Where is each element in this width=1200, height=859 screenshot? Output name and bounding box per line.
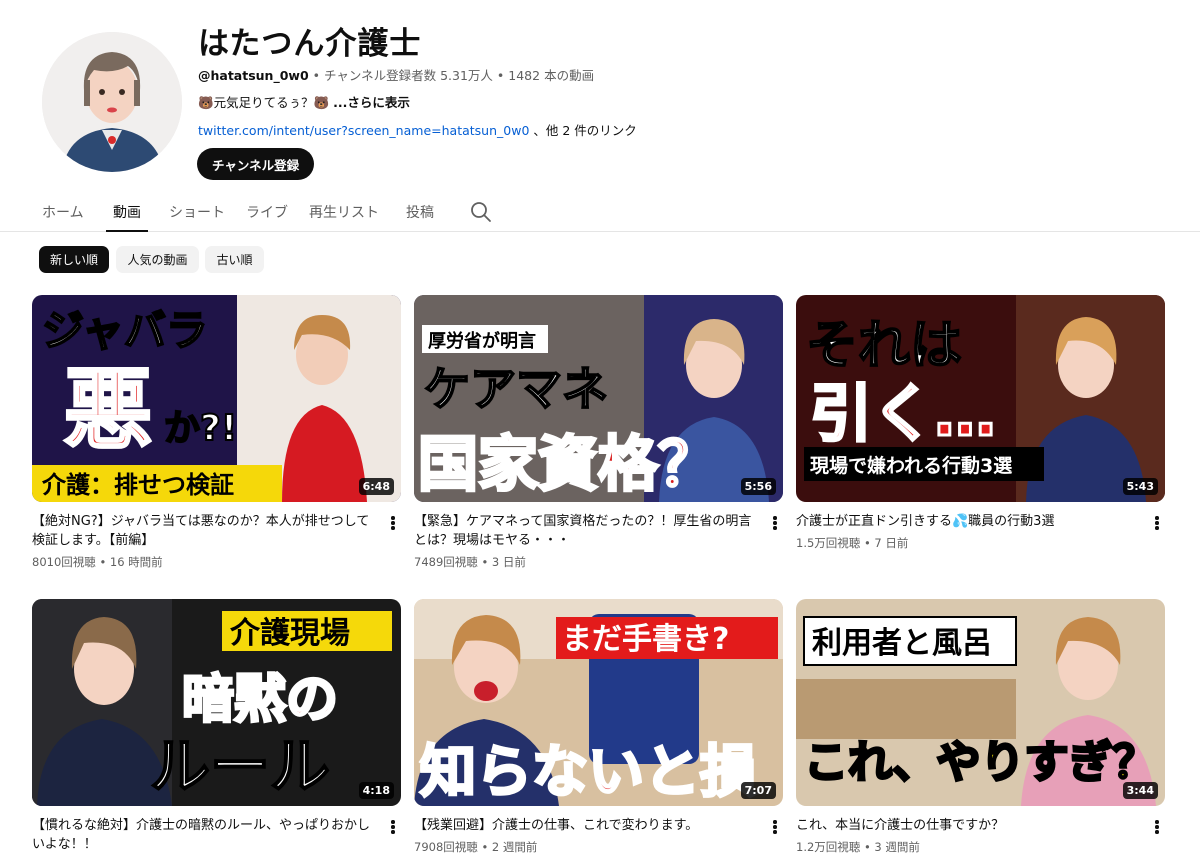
more-actions-icon[interactable]: [1153, 818, 1161, 836]
video-meta: 8010回視聴 • 16 時間前: [32, 554, 163, 570]
other-links[interactable]: 、他 2 件のリンク: [529, 123, 636, 138]
video-count: 1482 本の動画: [508, 68, 595, 83]
thumb-text: 引く…: [810, 377, 996, 450]
video-thumbnail[interactable]: ジャバラ 悪 か?! 介護：排せつ検証 6:48: [32, 295, 401, 502]
tab-videos[interactable]: 動画: [106, 192, 148, 232]
channel-name: はたつん介護士: [198, 26, 422, 62]
chip-newest[interactable]: 新しい順: [39, 246, 109, 273]
channel-description[interactable]: 🐻元気足りてるぅ？🐻 ...さらに表示: [198, 92, 410, 111]
thumb-text: 厚労省が明言: [428, 330, 536, 352]
channel-handle: @hatatsun_0w0: [198, 68, 309, 83]
thumb-text: これ、やりすぎ？: [804, 737, 1156, 788]
view-count: 7489回視聴: [414, 555, 478, 569]
video-thumbnail[interactable]: 介護現場 暗黙の ルール 4:18: [32, 599, 401, 806]
subscribe-button[interactable]: チャンネル登録: [197, 148, 315, 180]
more-actions-icon[interactable]: [771, 514, 779, 532]
video-card[interactable]: 利用者と風呂 これ、やりすぎ？ 3:44 これ、本当に介護士の仕事ですか？ 1.…: [796, 599, 1165, 854]
thumb-text: ルール: [150, 732, 330, 802]
meta-separator: •: [863, 536, 871, 550]
tab-posts[interactable]: 投稿: [406, 192, 434, 232]
channel-links: twitter.com/intent/user?screen_name=hata…: [198, 120, 637, 139]
show-more-link[interactable]: ...さらに表示: [333, 95, 410, 110]
video-meta: 7908回視聴 • 2 週間前: [414, 839, 537, 855]
thumb-text: 現場で嫌われる行動3選: [810, 454, 1012, 477]
thumb-text: 介護：排せつ検証: [41, 471, 234, 499]
view-count: 7908回視聴: [414, 840, 478, 854]
chip-popular[interactable]: 人気の動画: [116, 246, 199, 273]
upload-age: 16 時間前: [109, 555, 163, 569]
video-duration: 7:07: [740, 782, 776, 799]
thumb-text: 暗黙の: [182, 670, 338, 730]
video-thumbnail[interactable]: 利用者と風呂 これ、やりすぎ？ 3:44: [796, 599, 1165, 806]
view-count: 8010回視聴: [32, 555, 96, 569]
thumb-text: 利用者と風呂: [812, 626, 992, 661]
video-duration: 3:44: [1122, 782, 1158, 799]
channel-tabs: ホーム 動画 ショート ライブ 再生リスト 投稿: [0, 192, 1200, 232]
video-duration: 4:18: [358, 782, 394, 799]
tab-live[interactable]: ライブ: [246, 192, 288, 232]
video-card[interactable]: 厚労省が明言 ケアマネ 国家資格？ 5:56 【緊急】ケアマネって国家資格だった…: [414, 295, 783, 569]
meta-separator: •: [481, 840, 489, 854]
subscriber-count: チャンネル登録者数 5.31万人: [324, 68, 493, 83]
search-icon[interactable]: [469, 200, 493, 224]
more-actions-icon[interactable]: [389, 818, 397, 836]
more-actions-icon[interactable]: [771, 818, 779, 836]
thumb-text: 介護現場: [229, 616, 350, 651]
upload-age: 2 週間前: [491, 840, 538, 854]
video-title[interactable]: 【絶対NG?】ジャバラ当ては悪なのか？本人が排せつして検証します。【前編】: [32, 512, 372, 550]
meta-separator: •: [496, 68, 505, 83]
tab-playlists[interactable]: 再生リスト: [309, 192, 379, 232]
video-thumbnail[interactable]: 厚労省が明言 ケアマネ 国家資格？ 5:56: [414, 295, 783, 502]
thumb-text: ケアマネ: [424, 362, 608, 416]
channel-avatar: [42, 32, 182, 172]
thumb-text: まだ手書き?: [562, 622, 729, 657]
video-duration: 5:43: [1122, 478, 1158, 495]
meta-separator: •: [481, 555, 489, 569]
thumb-text: 悪: [64, 358, 152, 461]
meta-separator: •: [863, 840, 871, 854]
more-actions-icon[interactable]: [389, 514, 397, 532]
upload-age: 7 日前: [874, 536, 909, 550]
meta-separator: •: [312, 68, 321, 83]
upload-age: 3 週間前: [874, 840, 920, 854]
channel-link[interactable]: twitter.com/intent/user?screen_name=hata…: [198, 123, 529, 138]
video-title[interactable]: これ、本当に介護士の仕事ですか？: [796, 816, 1136, 835]
meta-separator: •: [99, 555, 107, 569]
upload-age: 3 日前: [491, 555, 526, 569]
video-card[interactable]: ジャバラ 悪 か?! 介護：排せつ検証 6:48 【絶対NG?】ジャバラ当ては悪…: [32, 295, 401, 569]
view-count: 1.5万回視聴: [796, 536, 861, 550]
video-thumbnail[interactable]: まだ手書き? 知らないと損 7:07: [414, 599, 783, 806]
video-thumbnail[interactable]: それは 引く… 現場で嫌われる行動3選 5:43: [796, 295, 1165, 502]
tab-home[interactable]: ホーム: [42, 192, 84, 232]
tab-shorts[interactable]: ショート: [169, 192, 225, 232]
thumb-text: か?!: [164, 408, 237, 449]
video-meta: 7489回視聴 • 3 日前: [414, 554, 526, 570]
chip-oldest[interactable]: 古い順: [205, 246, 264, 273]
video-card[interactable]: まだ手書き? 知らないと損 7:07 【残業回避】介護士の仕事、これで変わります…: [414, 599, 783, 854]
more-actions-icon[interactable]: [1153, 514, 1161, 532]
video-meta: 1.2万回視聴 • 3 週間前: [796, 839, 920, 855]
video-title[interactable]: 【緊急】ケアマネって国家資格だったの？！厚生省の明言とは？現場はモヤる・・・: [414, 512, 754, 550]
video-duration: 6:48: [358, 478, 394, 495]
video-title[interactable]: 【残業回避】介護士の仕事、これで変わります。: [414, 816, 754, 835]
video-meta: 1.5万回視聴 • 7 日前: [796, 535, 908, 551]
thumb-text: 国家資格？: [418, 430, 718, 500]
view-count: 1.2万回視聴: [796, 840, 861, 854]
thumb-text: 知らないと損: [420, 740, 756, 805]
video-card[interactable]: 介護現場 暗黙の ルール 4:18 【慣れるな絶対】介護士の暗黙のルール、やっぱ…: [32, 599, 401, 852]
thumb-text: それは: [806, 316, 962, 376]
description-text: 🐻元気足りてるぅ？🐻: [198, 95, 334, 110]
video-title[interactable]: 【慣れるな絶対】介護士の暗黙のルール、やっぱりおかしいよな！！: [32, 816, 372, 854]
video-duration: 5:56: [740, 478, 776, 495]
video-title[interactable]: 介護士が正直ドン引きする💦職員の行動3選: [796, 512, 1136, 531]
channel-meta: @hatatsun_0w0 • チャンネル登録者数 5.31万人 • 1482 …: [198, 65, 594, 84]
thumb-text: ジャバラ: [42, 306, 208, 355]
video-card[interactable]: それは 引く… 現場で嫌われる行動3選 5:43 介護士が正直ドン引きする💦職員…: [796, 295, 1165, 550]
